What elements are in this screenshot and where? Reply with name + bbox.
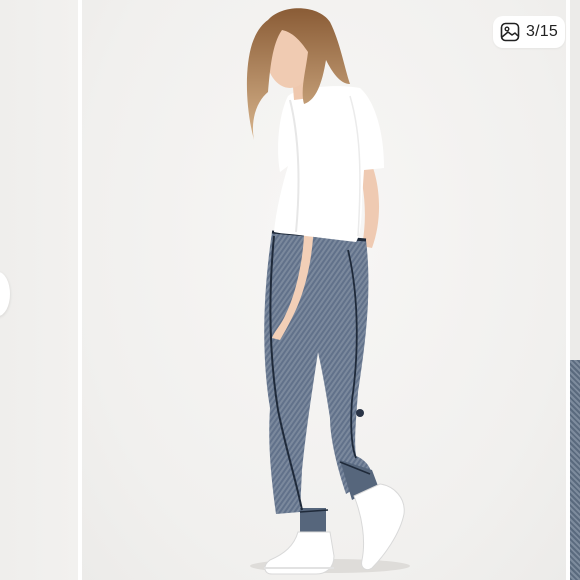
next-slide-fabric: [570, 360, 580, 580]
next-slide-preview[interactable]: [570, 0, 580, 580]
image-gallery-icon: [500, 22, 520, 42]
image-counter-badge: 3/15: [493, 16, 565, 48]
image-counter-text: 3/15: [526, 23, 558, 40]
product-photo: [246, 8, 410, 575]
image-carousel: 3/15: [0, 0, 580, 580]
jogger-pants: [264, 230, 378, 534]
previous-slide-preview[interactable]: [0, 0, 78, 580]
current-slide[interactable]: [82, 0, 566, 580]
